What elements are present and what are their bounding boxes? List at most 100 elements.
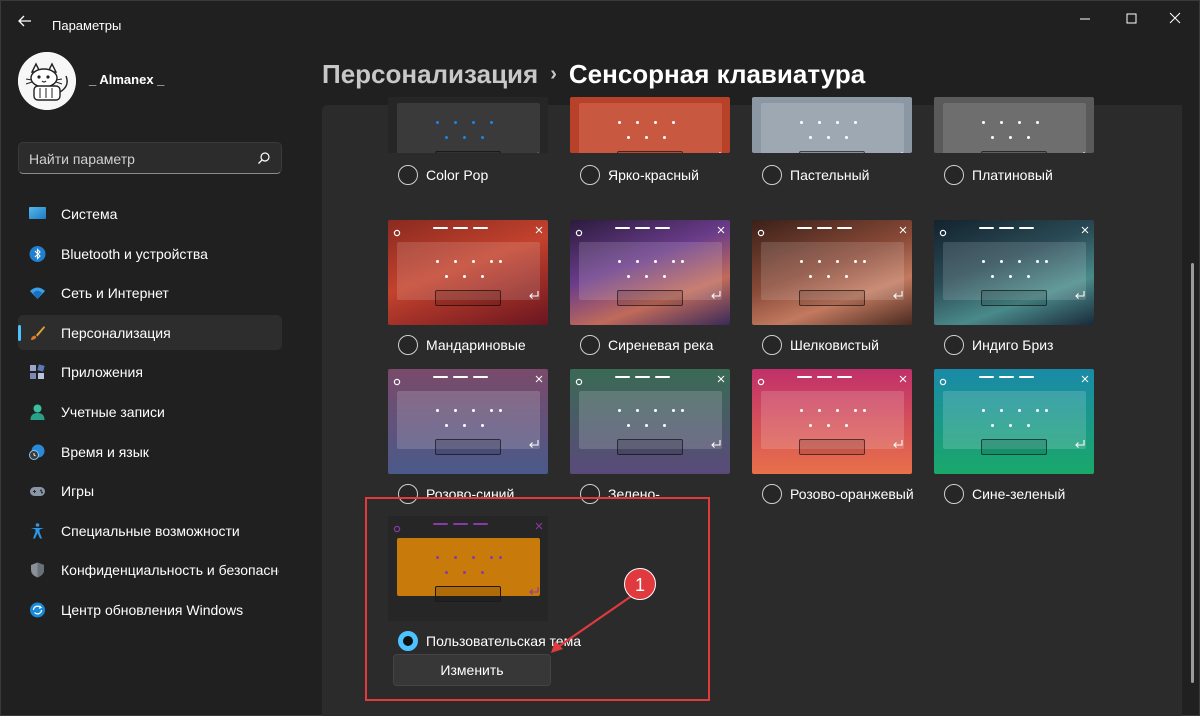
theme-preview[interactable] xyxy=(752,369,912,474)
key-dot xyxy=(627,275,630,278)
theme-radio[interactable] xyxy=(944,335,964,355)
search-box[interactable] xyxy=(18,142,282,174)
theme-radio[interactable] xyxy=(580,165,600,185)
key-dot xyxy=(1027,136,1030,139)
theme-radio-row[interactable]: Сиреневая река xyxy=(580,334,713,356)
handle-dash xyxy=(655,376,670,378)
sidebar-item-bluetooth[interactable]: Bluetooth и устройства xyxy=(18,236,282,271)
close-icon xyxy=(1080,222,1090,234)
key-dot xyxy=(800,260,803,263)
theme-radio-row[interactable]: Пастельный xyxy=(762,164,870,186)
search-input[interactable] xyxy=(29,149,249,169)
handle-dash xyxy=(797,376,812,378)
sidebar-item-label: Персонализация xyxy=(61,324,171,341)
key-dot xyxy=(645,275,648,278)
globe-clock-icon xyxy=(29,444,45,460)
theme-preview[interactable] xyxy=(752,220,912,325)
handle-dash xyxy=(1019,227,1034,229)
theme-preview[interactable] xyxy=(570,369,730,474)
handle-dash xyxy=(615,376,630,378)
key-dot xyxy=(436,121,439,124)
sidebar-item-accounts[interactable]: Учетные записи xyxy=(18,394,282,429)
person-icon xyxy=(30,404,45,420)
key-dot xyxy=(627,136,630,139)
handle-dash xyxy=(433,227,448,229)
maximize-button[interactable] xyxy=(1109,5,1153,31)
theme-radio-row[interactable]: Индиго Бриз xyxy=(944,334,1053,356)
theme-radio-row[interactable]: Ярко-красный xyxy=(580,164,699,186)
key-dot xyxy=(436,260,439,263)
spacebar xyxy=(981,439,1047,455)
avatar[interactable] xyxy=(18,52,76,110)
theme-radio-row[interactable]: Шелковистый xyxy=(762,334,879,356)
spacebar xyxy=(981,151,1047,153)
enter-key-icon xyxy=(528,436,540,448)
handle-dash xyxy=(473,376,488,378)
theme-label: Пастельный xyxy=(790,167,870,183)
key-dot xyxy=(1009,424,1012,427)
theme-preview[interactable] xyxy=(934,97,1094,153)
key-dot xyxy=(982,121,985,124)
key-dot xyxy=(672,260,675,263)
theme-radio[interactable] xyxy=(398,335,418,355)
sidebar-item-personalization[interactable]: Персонализация xyxy=(18,314,282,350)
theme-preview[interactable] xyxy=(934,220,1094,325)
theme-preview[interactable] xyxy=(388,369,548,474)
theme-preview[interactable] xyxy=(570,97,730,153)
minimize-button[interactable] xyxy=(1063,5,1107,31)
theme-radio[interactable] xyxy=(944,484,964,504)
theme-radio-row[interactable]: Мандариновые xyxy=(398,334,526,356)
key-dot xyxy=(636,409,639,412)
gear-icon xyxy=(575,224,583,237)
theme-label: Мандариновые xyxy=(426,337,526,353)
theme-radio-row[interactable]: Розово-оранжевый xyxy=(762,483,914,505)
search-icon[interactable] xyxy=(257,151,271,165)
sidebar-item-windows-update[interactable]: Центр обновления Windows xyxy=(18,592,282,627)
theme-preview[interactable] xyxy=(752,97,912,153)
back-button[interactable] xyxy=(13,11,37,31)
handle-dash xyxy=(999,227,1014,229)
sidebar-item-gaming[interactable]: Игры xyxy=(18,473,282,508)
sidebar-item-network[interactable]: Сеть и Интернет xyxy=(18,275,282,310)
key-dot xyxy=(454,409,457,412)
breadcrumb-parent[interactable]: Персонализация xyxy=(322,59,538,89)
theme-radio[interactable] xyxy=(762,335,782,355)
key-dot xyxy=(854,260,857,263)
theme-radio[interactable] xyxy=(762,165,782,185)
scrollbar[interactable] xyxy=(1191,263,1194,683)
theme-radio[interactable] xyxy=(944,165,964,185)
sidebar-item-privacy[interactable]: Конфиденциальность и безопасность xyxy=(18,552,282,587)
close-icon xyxy=(1080,371,1090,383)
key-dot xyxy=(645,136,648,139)
keyboard-area xyxy=(397,103,540,153)
close-button[interactable] xyxy=(1153,5,1197,31)
sidebar-item-label: Bluetooth и устройства xyxy=(61,245,208,262)
theme-radio[interactable] xyxy=(580,335,600,355)
key-dot xyxy=(681,260,684,263)
theme-radio[interactable] xyxy=(398,165,418,185)
theme-radio-row[interactable]: Сине-зеленый xyxy=(944,483,1065,505)
theme-radio-row[interactable]: Color Pop xyxy=(398,164,488,186)
theme-preview[interactable] xyxy=(570,220,730,325)
handle-dash xyxy=(615,227,630,229)
sidebar-item-accessibility[interactable]: Специальные возможности xyxy=(18,513,282,548)
key-dot xyxy=(645,424,648,427)
key-dot xyxy=(672,121,675,124)
sidebar-item-time-language[interactable]: Время и язык xyxy=(18,434,282,469)
key-dot xyxy=(1045,260,1048,263)
wifi-icon xyxy=(30,287,45,300)
key-dot xyxy=(845,275,848,278)
sidebar-item-system[interactable]: Система xyxy=(18,196,282,231)
theme-preview[interactable] xyxy=(388,97,548,153)
theme-preview[interactable] xyxy=(388,220,548,325)
theme-radio[interactable] xyxy=(762,484,782,504)
bluetooth-icon xyxy=(29,245,46,262)
sidebar-item-apps[interactable]: Приложения xyxy=(18,354,282,389)
theme-preview[interactable] xyxy=(934,369,1094,474)
key-dot xyxy=(818,260,821,263)
annotation-highlight-box xyxy=(365,497,710,701)
accessibility-icon xyxy=(31,522,44,539)
keyboard-area xyxy=(943,103,1086,153)
page-title: Сенсорная клавиатура xyxy=(568,59,866,89)
theme-radio-row[interactable]: Платиновый xyxy=(944,164,1053,186)
